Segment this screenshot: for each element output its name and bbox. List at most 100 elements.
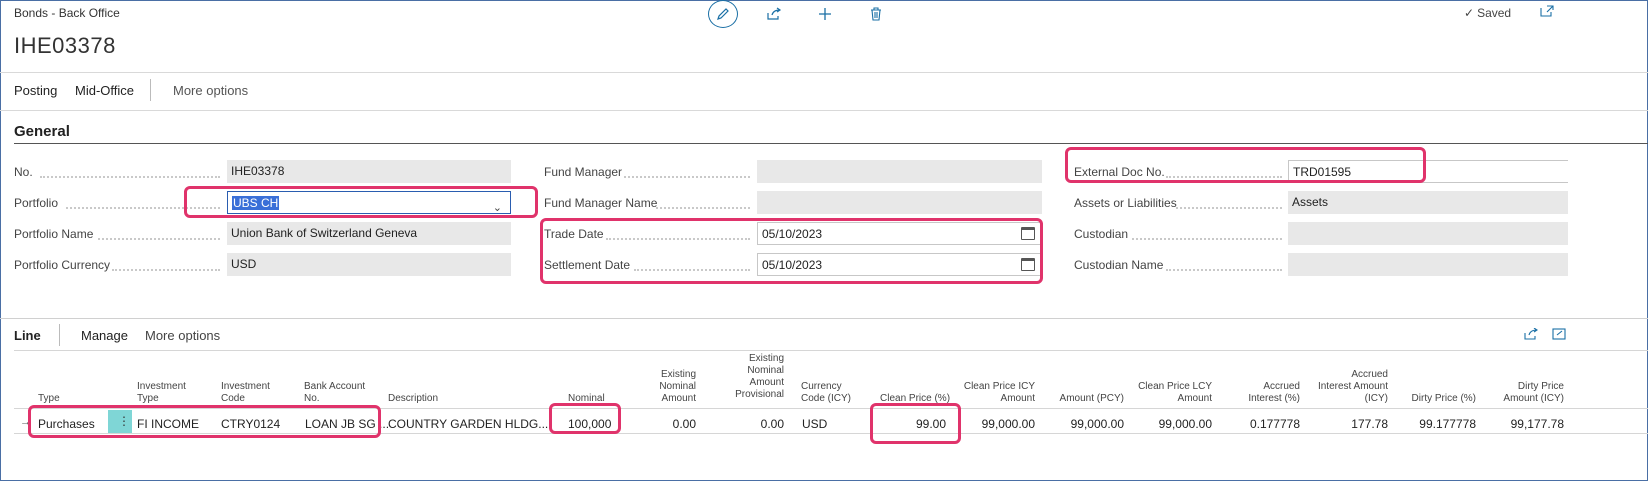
cell-accrued-interest[interactable]: 0.177778 [1236, 417, 1300, 431]
add-button[interactable] [809, 0, 841, 28]
delete-button[interactable] [860, 0, 892, 28]
custodian-name-label: Custodian Name [1074, 258, 1164, 272]
trash-icon [871, 7, 881, 21]
col-text: (ICY) [1364, 393, 1388, 404]
no-label: No. [14, 165, 33, 179]
col-text: Type [137, 393, 159, 404]
edit-button[interactable] [708, 0, 738, 28]
col-clean-price-lcy[interactable]: Clean Price LCY Amount [1136, 381, 1212, 405]
leader-dots [1176, 207, 1282, 209]
leader-dots [112, 269, 220, 271]
col-text: Accrued [1263, 381, 1300, 392]
cell-existing-provisional[interactable]: 0.00 [720, 417, 784, 431]
leader-dots [98, 238, 220, 240]
cell-amount-pcy[interactable]: 99,000.00 [1056, 417, 1124, 431]
leader-dots [1166, 269, 1282, 271]
col-existing-provisional[interactable]: Existing Nominal Amount Provisional [720, 353, 784, 401]
custodian-field [1288, 222, 1568, 245]
check-icon: ✓ [1464, 6, 1475, 20]
fund-manager-name-field [757, 191, 1042, 214]
col-investment-type[interactable]: Investment Type [137, 381, 186, 405]
cell-clean-price-lcy[interactable]: 99,000.00 [1136, 417, 1212, 431]
col-dirty-amount[interactable]: Dirty Price Amount (ICY) [1496, 381, 1564, 405]
nominal-highlight [549, 403, 621, 434]
assets-label: Assets or Liabilities [1074, 196, 1177, 210]
cell-description[interactable]: COUNTRY GARDEN HLDG... [388, 417, 548, 431]
lines-top-divider [0, 318, 1648, 319]
action-posting[interactable]: Posting [14, 83, 57, 98]
col-text: Provisional [735, 389, 784, 400]
col-accrued-amount[interactable]: Accrued Interest Amount (ICY) [1310, 369, 1388, 405]
cell-dirty-price[interactable]: 99.177778 [1406, 417, 1476, 431]
breadcrumb: Bonds - Back Office [14, 6, 120, 20]
col-text: Clean Price LCY [1138, 381, 1212, 392]
cell-accrued-amount[interactable]: 177.78 [1310, 417, 1388, 431]
cell-existing-nominal[interactable]: 0.00 [640, 417, 696, 431]
lines-more-options[interactable]: More options [145, 328, 220, 343]
col-currency-code[interactable]: Currency Code (ICY) [801, 381, 851, 405]
col-existing-nominal[interactable]: Existing Nominal Amount [640, 369, 696, 405]
col-accrued-interest[interactable]: Accrued Interest (%) [1236, 381, 1300, 405]
col-text: Nominal [747, 365, 784, 376]
col-text: Bank Account [304, 381, 366, 392]
custodian-label: Custodian [1074, 227, 1129, 241]
col-dirty-price[interactable]: Dirty Price (%) [1406, 393, 1476, 405]
leader-dots [40, 176, 220, 178]
leader-dots [1132, 238, 1282, 240]
action-more-options[interactable]: More options [173, 83, 248, 98]
col-text: Amount (ICY) [1503, 393, 1564, 404]
col-text: Code [221, 393, 245, 404]
share-icon[interactable] [1524, 327, 1538, 345]
col-text: Interest (%) [1248, 393, 1300, 404]
dates-highlight [540, 218, 1043, 284]
general-underline [14, 143, 1648, 144]
portfolio-label: Portfolio [14, 196, 59, 210]
cell-currency[interactable]: USD [802, 417, 827, 431]
share-button[interactable] [758, 0, 790, 28]
col-amount-pcy[interactable]: Amount (PCY) [1056, 393, 1124, 405]
col-bank-account[interactable]: Bank Account No. [304, 381, 365, 405]
col-text: Clean Price ICY [963, 381, 1035, 392]
fund-manager-name-label: Fund Manager Name [544, 196, 658, 210]
portfolio-name-label: Portfolio Name [14, 227, 94, 241]
col-text: Amount [749, 377, 784, 388]
col-text: Amount [661, 393, 696, 404]
col-description[interactable]: Description [388, 393, 438, 405]
col-text: Code (ICY) [801, 393, 852, 404]
col-text: Accrued [1351, 369, 1388, 380]
page-title: IHE03378 [14, 33, 116, 58]
clean-price-highlight [870, 403, 961, 444]
col-type[interactable]: Type [38, 393, 60, 405]
col-text: Investment [221, 381, 270, 392]
col-text: Amount [1177, 393, 1212, 404]
col-text: Interest Amount [1317, 381, 1388, 392]
cell-clean-price-icy[interactable]: 99,000.00 [963, 417, 1035, 431]
external-doc-highlight [1065, 147, 1426, 183]
expand-icon[interactable] [1552, 327, 1566, 345]
plus-icon [819, 8, 831, 20]
actions-bottom-divider [0, 110, 1648, 111]
col-clean-price-icy[interactable]: Clean Price ICY Amount [963, 381, 1035, 405]
portfolio-name-field: Union Bank of Switzerland Geneva [227, 222, 511, 245]
custodian-name-field [1288, 253, 1568, 276]
fund-manager-label: Fund Manager [544, 165, 623, 179]
col-text: Investment [137, 381, 186, 392]
leader-dots [656, 207, 750, 209]
portfolio-currency-label: Portfolio Currency [14, 258, 111, 272]
col-text: Currency [801, 381, 842, 392]
portfolio-highlight [184, 186, 538, 218]
portfolio-currency-field: USD [227, 253, 511, 276]
share-icon [767, 7, 782, 20]
cell-dirty-amount[interactable]: 99,177.78 [1496, 417, 1564, 431]
lines-divider [59, 324, 60, 346]
lines-manage[interactable]: Manage [81, 328, 128, 343]
assets-field: Assets [1288, 191, 1568, 214]
col-investment-code[interactable]: Investment Code [221, 381, 270, 405]
row-key-fields-highlight [28, 405, 381, 438]
col-text: Nominal [659, 381, 696, 392]
popout-icon[interactable] [1540, 4, 1554, 20]
col-text: Existing [660, 369, 696, 380]
col-text: No. [304, 393, 320, 404]
saved-label: Saved [1477, 6, 1512, 20]
action-mid-office[interactable]: Mid-Office [75, 83, 134, 98]
